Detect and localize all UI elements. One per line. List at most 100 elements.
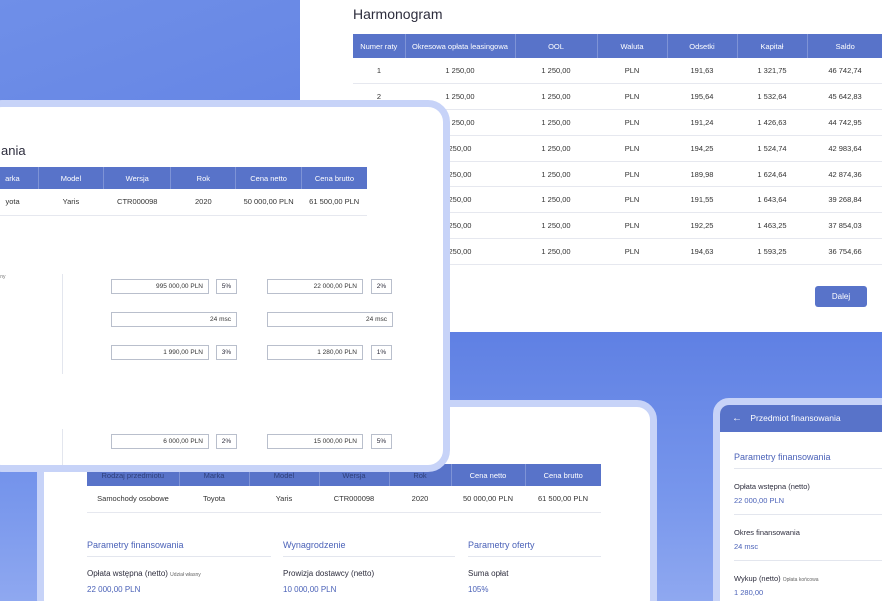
table-cell: 50 000,00 PLN [235,189,302,216]
table-cell: PLN [597,186,667,214]
amount-input[interactable]: 995 000,00 PLN [111,279,209,294]
table-row[interactable]: Samochody osobowe Toyota Yaris CTR000098… [87,486,601,513]
table-cell: Yaris [38,189,104,216]
table-row[interactable]: 11 250,00 1 250,00 PLN 191,63 1 321,75 46 742… [353,58,882,85]
table-cell: 1 524,74 [737,135,807,162]
mobile-field-label: Wykup (netto) Opłata końcowa [734,574,819,583]
vehicle-card-title: ania [1,143,26,158]
table-cell: CTR000098 [103,189,171,216]
col-header: Odsetki [667,34,738,58]
table-cell: 36 754,66 [807,238,882,265]
divider [62,429,63,465]
col-header: Numer raty [353,34,406,58]
table-cell: 194,25 [667,135,737,162]
divider [734,514,882,515]
table-cell: PLN [597,212,667,240]
table-cell: 1 463,25 [737,212,807,240]
vehicle-card: ania arka Model Wersja Rok Cena netto Ce… [0,100,450,472]
table-cell: 50 000,00 PLN [451,486,525,513]
table-cell: 46 742,74 [807,58,882,85]
col-header: arka [0,167,39,189]
mobile-field-label: Okres finansowania [734,528,800,537]
col-header: Okresowa opłata leasingowa [405,34,516,58]
table-cell: PLN [597,109,667,136]
table-cell: 195,64 [667,83,737,111]
field-note: asny [0,274,6,280]
down-payment-label: Opłata wstępna (netto) Udział własny [87,569,201,578]
supplier-fee-value: 10 000,00 PLN [283,585,337,594]
col-header: Waluta [597,34,668,58]
table-cell: 2020 [389,486,451,513]
mobile-field-value: 24 msc [734,542,759,551]
vehicle-table: arka Model Wersja Rok Cena netto Cena br… [0,167,367,216]
table-cell: 1 250,00 [515,58,597,85]
total-fees-value: 105% [468,585,489,594]
table-cell: PLN [597,135,667,162]
percent-input[interactable]: 1% [371,345,392,360]
table-cell: 1 250,00 [515,83,597,111]
table-cell: PLN [597,238,667,265]
table-row[interactable]: yota Yaris CTR000098 2020 50 000,00 PLN … [0,189,367,216]
table-cell: 39 268,84 [807,186,882,214]
percent-input[interactable]: 2% [216,434,237,449]
col-header: Wersja [103,167,172,189]
amount-input[interactable]: 1 280,00 PLN [267,345,363,360]
percent-input[interactable]: 5% [371,434,392,449]
down-payment-value: 22 000,00 PLN [87,585,141,594]
section-title-offer-params: Parametry oferty [468,540,535,550]
amount-input[interactable]: 1 990,00 PLN [111,345,209,360]
col-header: Rok [170,167,237,189]
table-cell: 1 250,00 [515,161,597,188]
divider [62,274,63,374]
mobile-field-note: Opłata końcowa [782,577,819,583]
divider [468,556,601,557]
table-cell: 1 426,63 [737,109,807,136]
divider [734,560,882,561]
mobile-field-value: 1 280,00 [734,588,764,597]
supplier-fee-label: Prowizja dostawcy (netto) [283,569,375,578]
period-input[interactable]: 24 msc [267,312,393,327]
table-cell: 45 642,83 [807,83,882,111]
table-cell: 1 532,64 [737,83,807,111]
table-cell: 191,24 [667,109,737,136]
harmonogram-title: Harmonogram [353,6,443,22]
harmonogram-header-row: Numer raty Okresowa opłata leasingowa OO… [353,34,882,58]
amount-input[interactable]: 15 000,00 PLN [267,434,363,449]
col-header: Kapitał [737,34,808,58]
table-cell: 1 250,00 [515,135,597,162]
percent-input[interactable]: 3% [216,345,237,360]
down-payment-label-text: Opłata wstępna (netto) [87,569,168,578]
table-cell: 1 250,00 [515,238,597,265]
table-cell: CTR000098 [319,486,389,513]
mobile-header: ← Przedmiot finansowania [720,405,882,432]
table-cell: 1 624,64 [737,161,807,188]
table-cell: 1 [353,58,405,85]
divider [734,468,882,469]
mobile-field-value: 22 000,00 PLN [734,496,785,505]
table-cell: 192,25 [667,212,737,240]
table-cell: 189,98 [667,161,737,188]
table-cell: 191,63 [667,58,737,85]
next-button[interactable]: Dalej [815,286,867,307]
mobile-field-label: Opłata wstępna (netto) [734,482,810,491]
col-header: Saldo [807,34,882,58]
amount-input[interactable]: 6 000,00 PLN [111,434,209,449]
divider [283,556,455,557]
back-arrow-icon[interactable]: ← [732,413,742,424]
table-cell: 61 500,00 PLN [301,189,367,216]
table-cell: 194,63 [667,238,737,265]
table-cell: yota [0,189,39,216]
section-title-financing: Parametry finansowania [87,540,184,550]
table-cell: PLN [597,58,667,85]
table-cell: Yaris [249,486,319,513]
col-header: Cena netto [451,464,526,486]
amount-input[interactable]: 22 000,00 PLN [267,279,363,294]
table-cell: 1 250,00 [515,186,597,214]
period-input[interactable]: 24 msc [111,312,237,327]
percent-input[interactable]: 5% [216,279,237,294]
table-cell: Samochody osobowe [87,486,179,513]
percent-input[interactable]: 2% [371,279,392,294]
table-cell: Toyota [179,486,249,513]
divider [87,556,271,557]
section-title-commission: Wynagrodzenie [283,540,346,550]
